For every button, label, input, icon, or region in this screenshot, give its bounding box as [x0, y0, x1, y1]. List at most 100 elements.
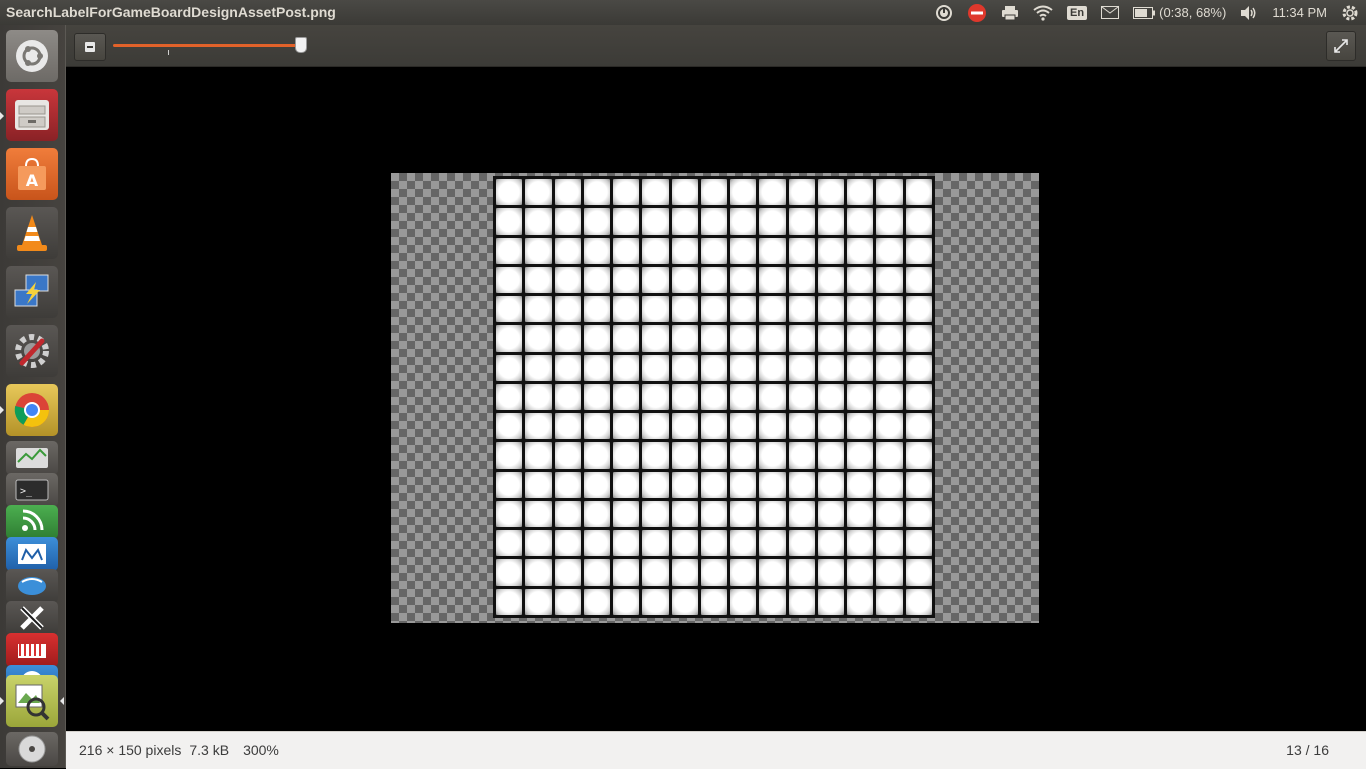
board-cell — [788, 471, 815, 498]
board-cell — [671, 296, 698, 323]
board-cell — [847, 296, 874, 323]
board-cell — [905, 296, 932, 323]
board-cell — [642, 266, 669, 294]
board-cell — [905, 442, 932, 469]
board-cell — [759, 296, 786, 323]
system-gear-icon[interactable] — [1341, 0, 1359, 25]
board-cell — [496, 442, 523, 469]
update-indicator-icon[interactable] — [935, 0, 953, 25]
board-cell — [671, 471, 698, 498]
board-cell — [583, 471, 611, 498]
board-cell — [847, 325, 874, 352]
software-center-icon[interactable]: A — [6, 148, 58, 200]
mail-icon[interactable] — [1101, 0, 1120, 25]
fullscreen-icon — [1334, 39, 1348, 53]
board-cell — [700, 266, 728, 294]
rss-reader-icon[interactable] — [6, 505, 58, 539]
board-cell — [496, 383, 523, 411]
mail-client-icon[interactable] — [6, 569, 58, 603]
board-cell — [730, 325, 757, 352]
no-entry-icon[interactable] — [967, 0, 987, 25]
board-cell — [847, 383, 874, 411]
board-cell — [730, 471, 757, 498]
board-cell — [905, 471, 932, 498]
board-cell — [613, 530, 640, 557]
board-cell — [496, 325, 523, 352]
minus-icon — [85, 42, 95, 52]
vlc-icon[interactable] — [6, 207, 58, 259]
board-cell — [583, 179, 611, 206]
image-display-area[interactable] — [66, 67, 1366, 731]
board-cell — [730, 208, 757, 235]
disc-icon[interactable] — [6, 732, 58, 766]
board-cell — [847, 559, 874, 586]
board-cell — [847, 179, 874, 206]
terminal-icon[interactable]: >_ — [6, 473, 58, 507]
board-cell — [788, 383, 815, 411]
zoom-slider-handle[interactable] — [295, 37, 308, 53]
zoom-out-button[interactable] — [74, 33, 106, 61]
dash-home-icon[interactable] — [6, 30, 58, 82]
image-transparent-background — [391, 173, 1039, 623]
board-cell — [905, 383, 932, 411]
wifi-icon[interactable] — [1033, 0, 1053, 25]
calendar-icon[interactable] — [6, 537, 58, 571]
board-cell — [876, 296, 903, 323]
board-cell — [583, 530, 611, 557]
window-title: SearchLabelForGameBoardDesignAssetPost.p… — [6, 4, 336, 20]
board-cell — [759, 588, 786, 615]
system-settings-icon[interactable] — [6, 325, 58, 377]
board-cell — [847, 588, 874, 615]
board-cell — [759, 266, 786, 294]
board-cell — [730, 354, 757, 381]
board-cell — [730, 442, 757, 469]
board-cell — [905, 208, 932, 235]
board-cell — [583, 500, 611, 528]
board-cell — [583, 354, 611, 381]
system-monitor-icon[interactable] — [6, 441, 58, 475]
game-board-grid — [493, 176, 935, 618]
image-filesize: 7.3 kB — [189, 742, 230, 758]
board-cell — [671, 383, 698, 411]
board-cell — [525, 530, 552, 557]
chrome-icon[interactable] — [6, 384, 58, 436]
board-cell — [759, 208, 786, 235]
board-cell — [788, 296, 815, 323]
board-cell — [788, 208, 815, 235]
board-cell — [642, 588, 669, 615]
board-cell — [876, 208, 903, 235]
fullscreen-button[interactable] — [1326, 31, 1356, 61]
board-cell — [554, 383, 581, 411]
battery-indicator[interactable]: (0:38, 68%) — [1133, 0, 1226, 25]
zoom-slider-track[interactable] — [113, 44, 307, 47]
board-cell — [817, 413, 845, 440]
board-cell — [817, 354, 845, 381]
bookmarks-icon[interactable] — [6, 633, 58, 667]
board-cell — [496, 354, 523, 381]
keyboard-layout-label: En — [1067, 5, 1088, 20]
board-cell — [759, 413, 786, 440]
board-cell — [759, 442, 786, 469]
board-cell — [525, 296, 552, 323]
keyboard-layout-indicator[interactable]: En — [1067, 0, 1088, 25]
board-cell — [525, 588, 552, 615]
board-cell — [671, 266, 698, 294]
board-cell — [525, 325, 552, 352]
board-cell — [496, 179, 523, 206]
volume-icon[interactable] — [1240, 0, 1258, 25]
board-cell — [671, 588, 698, 615]
remote-desktop-icon[interactable] — [6, 266, 58, 318]
file-manager-icon[interactable] — [6, 89, 58, 141]
board-cell — [876, 471, 903, 498]
board-cell — [700, 530, 728, 557]
image-viewer-icon[interactable] — [6, 675, 58, 727]
board-cell — [642, 559, 669, 586]
clock[interactable]: 11:34 PM — [1272, 0, 1327, 25]
board-cell — [730, 588, 757, 615]
board-cell — [847, 208, 874, 235]
printer-icon[interactable] — [1001, 0, 1019, 25]
xchat-icon[interactable] — [6, 601, 58, 635]
board-cell — [905, 530, 932, 557]
board-cell — [613, 266, 640, 294]
board-cell — [730, 383, 757, 411]
